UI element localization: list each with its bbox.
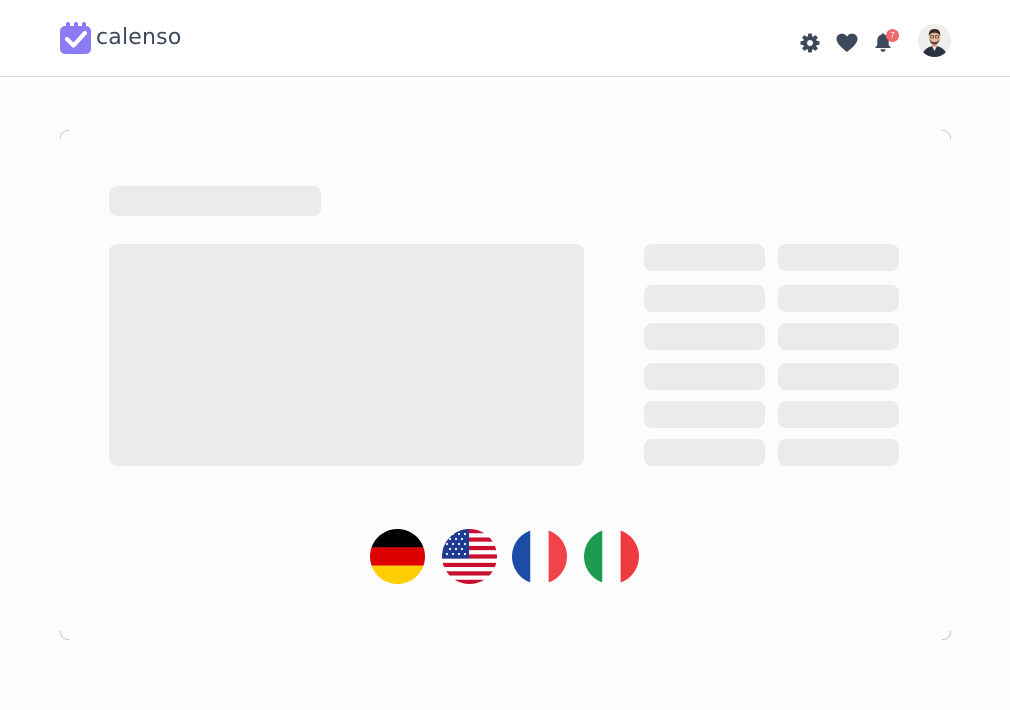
time-slot-skeleton <box>778 285 899 312</box>
card-corner <box>942 130 951 139</box>
calendar-skeleton <box>109 244 584 466</box>
italy-flag-icon[interactable] <box>584 529 639 584</box>
time-slot-skeleton <box>644 323 765 350</box>
card-corner <box>60 631 69 640</box>
user-photo <box>918 24 951 57</box>
heart-icon[interactable] <box>836 33 858 53</box>
gear-icon[interactable] <box>800 33 820 53</box>
card-corner <box>942 631 951 640</box>
notification-count-badge: 7 <box>886 29 899 42</box>
germany-flag-icon[interactable] <box>370 529 425 584</box>
title-skeleton <box>109 186 321 216</box>
notifications-button[interactable]: 7 <box>872 29 900 55</box>
time-slot-skeleton <box>644 439 765 466</box>
time-slot-skeleton <box>644 285 765 312</box>
brand-name: calenso <box>96 25 182 50</box>
calenso-logo[interactable]: calenso <box>60 22 182 54</box>
time-slot-skeleton <box>778 401 899 428</box>
time-slot-skeleton <box>778 323 899 350</box>
time-slot-skeleton <box>778 363 899 390</box>
user-avatar[interactable] <box>918 24 951 57</box>
france-flag-icon[interactable] <box>512 529 567 584</box>
time-slot-skeleton <box>778 439 899 466</box>
time-slot-skeleton <box>644 363 765 390</box>
card-corner <box>60 130 69 139</box>
time-slot-skeleton <box>778 244 899 271</box>
usa-flag-icon[interactable] <box>442 529 497 584</box>
top-navigation-bar: calenso 7 <box>0 0 1010 77</box>
time-slot-skeleton <box>644 401 765 428</box>
time-slot-skeleton <box>644 244 765 271</box>
calendar-check-icon <box>60 22 91 54</box>
